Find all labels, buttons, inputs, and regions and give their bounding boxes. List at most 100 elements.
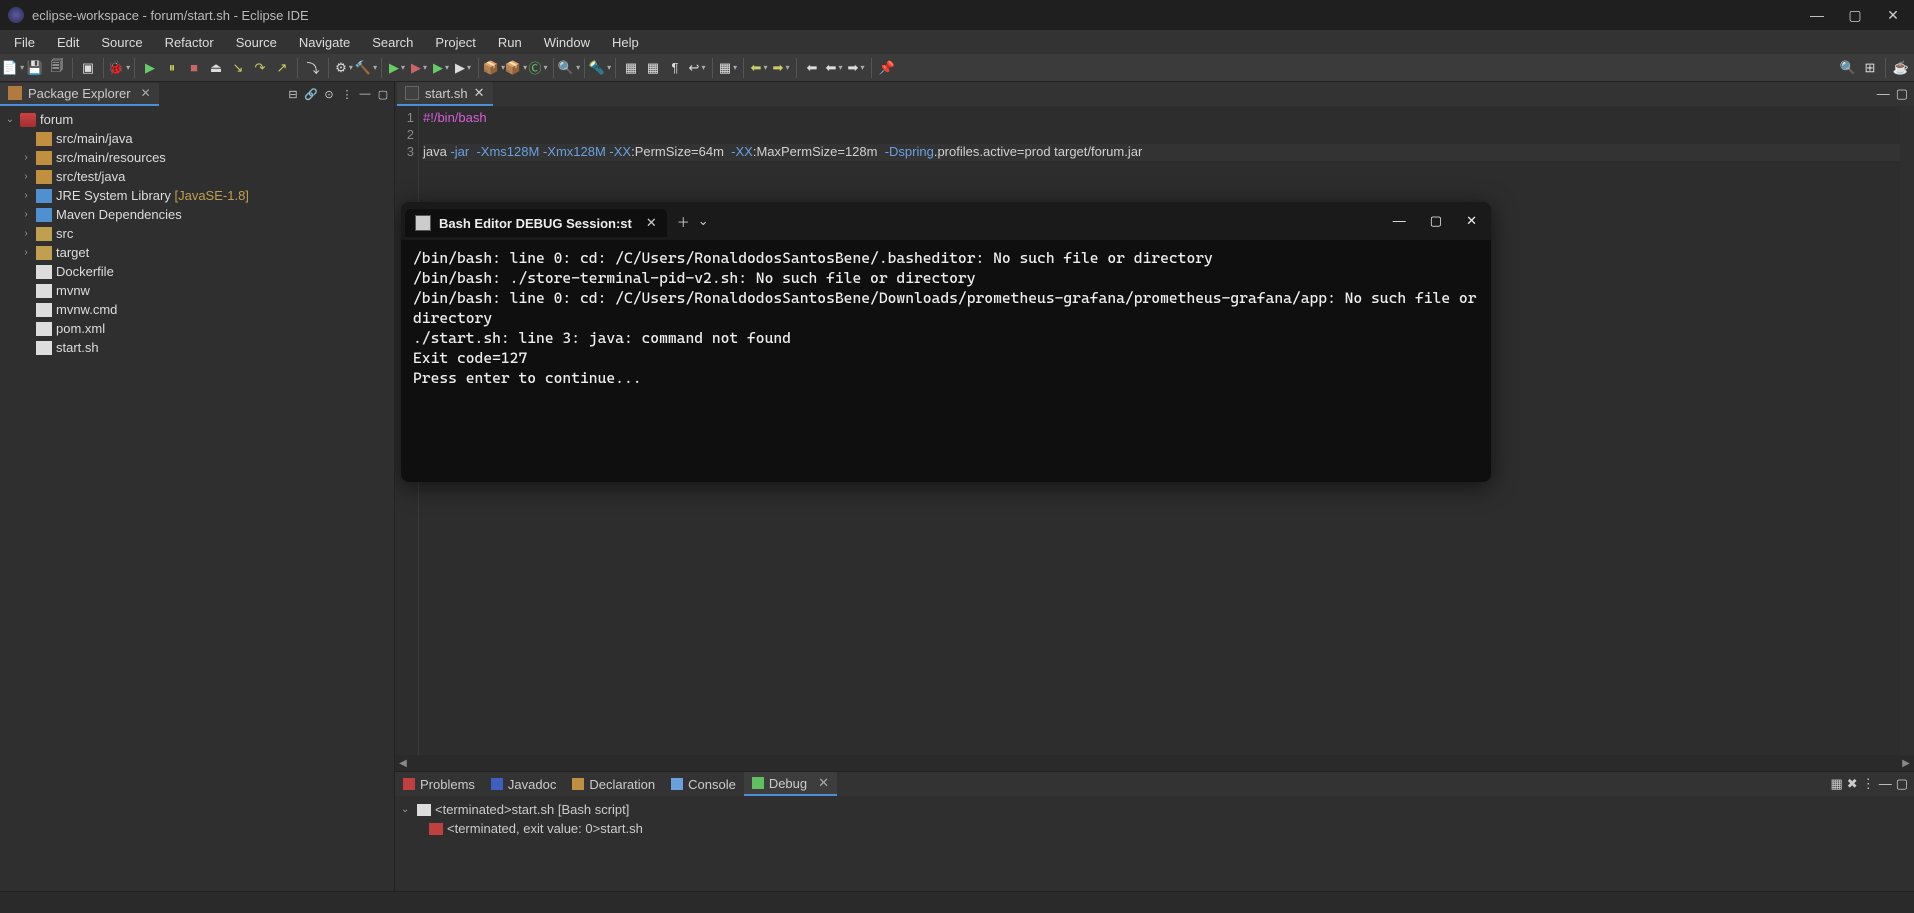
bp-minimize-icon[interactable]: — bbox=[1879, 776, 1892, 792]
editor-tab-start-sh[interactable]: start.sh ✕ bbox=[397, 82, 493, 106]
menu-project[interactable]: Project bbox=[425, 32, 485, 53]
tree-item[interactable]: mvnw bbox=[0, 281, 394, 300]
run-last-icon[interactable]: ▶ bbox=[410, 59, 428, 77]
close-debug-tab-icon[interactable]: ✕ bbox=[818, 775, 829, 791]
close-tab-icon[interactable]: ✕ bbox=[474, 85, 485, 101]
terminal-icon[interactable]: ▣ bbox=[79, 59, 97, 77]
close-view-icon[interactable]: ✕ bbox=[141, 86, 151, 100]
step-over-icon[interactable]: ↷ bbox=[251, 59, 269, 77]
search-icon[interactable]: 🔦 bbox=[591, 59, 609, 77]
tab-console[interactable]: Console bbox=[663, 774, 744, 795]
tree-item[interactable]: mvnw.cmd bbox=[0, 300, 394, 319]
terminal-close-icon[interactable]: ✕ bbox=[1466, 213, 1477, 229]
terminal-new-tab-icon[interactable]: ＋ bbox=[677, 212, 690, 231]
terminal-output[interactable]: /bin/bash: line 0: cd: /C/Users/Ronaldod… bbox=[401, 240, 1491, 482]
step-return-icon[interactable]: ↗ bbox=[273, 59, 291, 77]
debug-launch-row[interactable]: ⌄ <terminated>start.sh [Bash script] bbox=[401, 800, 1908, 819]
run-external-icon[interactable]: ▶ bbox=[454, 59, 472, 77]
quick-access-icon[interactable]: 🔍 bbox=[1839, 59, 1857, 77]
tab-problems[interactable]: Problems bbox=[395, 774, 483, 795]
editor-maximize-icon[interactable]: ▢ bbox=[1896, 86, 1908, 102]
prev-annotation-icon[interactable]: ⬅ bbox=[750, 59, 768, 77]
bp-maximize-icon[interactable]: ▢ bbox=[1896, 776, 1908, 792]
save-icon[interactable]: 💾 bbox=[26, 59, 44, 77]
coverage-icon[interactable]: ▶ bbox=[432, 59, 450, 77]
new-java-package-icon[interactable]: 📦 bbox=[507, 59, 525, 77]
menu-window[interactable]: Window bbox=[534, 32, 600, 53]
package-explorer-tab[interactable]: Package Explorer ✕ bbox=[0, 83, 159, 106]
forward-icon[interactable]: ➡ bbox=[847, 59, 865, 77]
tree-project[interactable]: ⌄ forum bbox=[0, 110, 394, 129]
stop-icon[interactable]: ■ bbox=[185, 59, 203, 77]
terminal-close-tab-icon[interactable]: ✕ bbox=[646, 215, 657, 231]
toggle-block-selection-icon[interactable]: ▦ bbox=[644, 59, 662, 77]
tab-javadoc[interactable]: Javadoc bbox=[483, 774, 564, 795]
open-type-icon[interactable]: 🔍 bbox=[560, 59, 578, 77]
disconnect-icon[interactable]: ⏏ bbox=[207, 59, 225, 77]
save-all-icon[interactable]: 🗐 bbox=[48, 59, 66, 77]
debug-icon[interactable]: 🐞 bbox=[110, 59, 128, 77]
menu-search[interactable]: Search bbox=[362, 32, 423, 53]
horizontal-scrollbar[interactable]: ◀▶ bbox=[395, 755, 1914, 771]
view-menu-icon[interactable]: ⋮ bbox=[340, 87, 354, 101]
tree-item[interactable]: pom.xml bbox=[0, 319, 394, 338]
run-icon[interactable]: ▶ bbox=[388, 59, 406, 77]
pin-editor-icon[interactable]: 📌 bbox=[878, 59, 896, 77]
menu-help[interactable]: Help bbox=[602, 32, 649, 53]
resume-icon[interactable]: ▶ bbox=[141, 59, 159, 77]
tree-item[interactable]: start.sh bbox=[0, 338, 394, 357]
tree-item[interactable]: ›src bbox=[0, 224, 394, 243]
terminal-tab[interactable]: Bash Editor DEBUG Session:st ✕ bbox=[405, 209, 667, 237]
menu-refactor[interactable]: Refactor bbox=[155, 32, 224, 53]
new-java-project-icon[interactable]: 📦 bbox=[485, 59, 503, 77]
show-whitespace-icon[interactable]: ¶ bbox=[666, 59, 684, 77]
menu-run[interactable]: Run bbox=[488, 32, 532, 53]
remove-terminated-icon[interactable]: ▦ bbox=[1831, 776, 1843, 792]
new-icon[interactable]: 📄 bbox=[4, 59, 22, 77]
terminal-dropdown-icon[interactable]: ⌄ bbox=[698, 213, 709, 229]
last-edit-location-icon[interactable]: ⬅ bbox=[803, 59, 821, 77]
menu-edit[interactable]: Edit bbox=[47, 32, 89, 53]
maximize-button[interactable]: ▢ bbox=[1848, 8, 1862, 22]
open-perspective-icon[interactable]: ⊞ bbox=[1861, 59, 1879, 77]
tree-item[interactable]: ›JRE System Library [JavaSE-1.8] bbox=[0, 186, 394, 205]
step-into-icon[interactable]: ↘ bbox=[229, 59, 247, 77]
tree-item[interactable]: ›src/test/java bbox=[0, 167, 394, 186]
annotation-next-icon[interactable]: ▦ bbox=[719, 59, 737, 77]
tab-debug[interactable]: Debug✕ bbox=[744, 772, 837, 796]
link-with-editor-icon[interactable]: 🔗 bbox=[304, 87, 318, 101]
menu-source2[interactable]: Source bbox=[226, 32, 287, 53]
terminal-minimize-icon[interactable]: — bbox=[1393, 213, 1406, 229]
debug-tree[interactable]: ⌄ <terminated>start.sh [Bash script] <te… bbox=[395, 796, 1914, 842]
toggle-mark-occurrences-icon[interactable]: ▦ bbox=[622, 59, 640, 77]
toggle-word-wrap-icon[interactable]: ↩ bbox=[688, 59, 706, 77]
pause-icon[interactable]: ⏸ bbox=[163, 59, 181, 77]
new-java-class-icon[interactable]: Ⓒ bbox=[529, 59, 547, 77]
java-perspective-icon[interactable]: ☕ bbox=[1892, 59, 1910, 77]
tab-declaration[interactable]: Declaration bbox=[564, 774, 663, 795]
next-annotation-icon[interactable]: ➡ bbox=[772, 59, 790, 77]
back-icon[interactable]: ⬅ bbox=[825, 59, 843, 77]
bp-view-menu-icon[interactable]: ⋮ bbox=[1862, 776, 1875, 792]
menu-source[interactable]: Source bbox=[91, 32, 152, 53]
drop-to-frame-icon[interactable]: ⤵ bbox=[304, 59, 322, 77]
close-button[interactable]: ✕ bbox=[1886, 8, 1900, 22]
minimize-view-icon[interactable]: — bbox=[358, 87, 372, 101]
code-editor[interactable]: 123 #!/bin/bash java -jar -Xms128M -Xmx1… bbox=[395, 106, 1914, 755]
use-step-filters-icon[interactable]: ⚙ bbox=[335, 59, 353, 77]
menu-file[interactable]: File bbox=[4, 32, 45, 53]
remove-all-terminated-icon[interactable]: ✖ bbox=[1847, 776, 1858, 792]
tree-item[interactable]: src/main/java bbox=[0, 129, 394, 148]
maximize-view-icon[interactable]: ▢ bbox=[376, 87, 390, 101]
debug-process-row[interactable]: <terminated, exit value: 0>start.sh bbox=[401, 819, 1908, 838]
tree-item[interactable]: ›src/main/resources bbox=[0, 148, 394, 167]
project-tree[interactable]: ⌄ forum src/main/java›src/main/resources… bbox=[0, 106, 394, 891]
focus-active-task-icon[interactable]: ⊙ bbox=[322, 87, 336, 101]
tree-item[interactable]: ›Maven Dependencies bbox=[0, 205, 394, 224]
tree-item[interactable]: ›target bbox=[0, 243, 394, 262]
editor-minimize-icon[interactable]: — bbox=[1877, 86, 1890, 102]
terminal-maximize-icon[interactable]: ▢ bbox=[1430, 213, 1442, 229]
collapse-all-icon[interactable]: ⊟ bbox=[286, 87, 300, 101]
menu-navigate[interactable]: Navigate bbox=[289, 32, 360, 53]
tree-item[interactable]: Dockerfile bbox=[0, 262, 394, 281]
